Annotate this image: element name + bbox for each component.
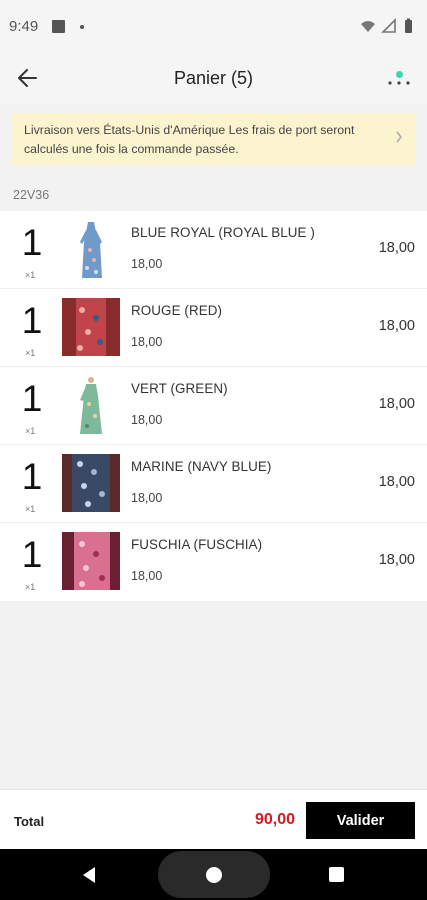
shipping-banner-text: Livraison vers États-Unis d'Amérique Les… bbox=[24, 123, 355, 156]
item-total-price: 18,00 bbox=[378, 396, 415, 412]
item-total-price: 18,00 bbox=[378, 552, 415, 568]
system-status-icons bbox=[361, 18, 412, 33]
item-name: ROUGE (RED) bbox=[131, 303, 223, 318]
item-unit-price: 18,00 bbox=[131, 569, 163, 583]
item-unit-price: 18,00 bbox=[131, 413, 163, 427]
notification-icon bbox=[52, 20, 65, 33]
battery-icon bbox=[405, 20, 412, 33]
item-name: VERT (GREEN) bbox=[131, 381, 228, 396]
item-total-price: 18,00 bbox=[378, 240, 415, 256]
item-quantity-multiplier: ×1 bbox=[25, 348, 36, 358]
notification-dot-icon bbox=[80, 25, 84, 29]
total-label: Total bbox=[14, 814, 45, 829]
cart-item[interactable]: 1 ×1 MARINE (NAVY BLUE) 18,00 18,00 bbox=[0, 445, 427, 523]
item-name: FUSCHIA (FUSCHIA) bbox=[131, 537, 263, 552]
cart-items-list: 1 ×1 BLUE ROYAL (ROYAL BLUE ) 18,00 18,0… bbox=[0, 211, 427, 601]
group-label: 22V36 bbox=[13, 188, 50, 202]
item-quantity[interactable]: 1 bbox=[20, 301, 44, 341]
item-quantity[interactable]: 1 bbox=[20, 457, 44, 497]
item-quantity[interactable]: 1 bbox=[20, 379, 44, 419]
item-quantity-multiplier: ×1 bbox=[25, 270, 36, 280]
item-quantity-multiplier: ×1 bbox=[25, 504, 36, 514]
wifi-icon bbox=[361, 21, 375, 32]
shipping-banner[interactable]: Livraison vers États-Unis d'Amérique Les… bbox=[12, 113, 416, 165]
chevron-right-icon bbox=[396, 131, 402, 143]
product-thumbnail[interactable] bbox=[62, 376, 120, 434]
item-quantity[interactable]: 1 bbox=[20, 223, 44, 263]
cart-item[interactable]: 1 ×1 BLUE ROYAL (ROYAL BLUE ) 18,00 18,0… bbox=[0, 211, 427, 289]
nav-back-icon[interactable] bbox=[80, 865, 100, 885]
system-navigation-bar bbox=[0, 849, 427, 900]
cart-item[interactable]: 1 ×1 ROUGE (RED) 18,00 18,00 bbox=[0, 289, 427, 367]
item-total-price: 18,00 bbox=[378, 474, 415, 490]
item-unit-price: 18,00 bbox=[131, 335, 163, 349]
item-unit-price: 18,00 bbox=[131, 257, 163, 271]
validate-button[interactable]: Valider bbox=[306, 802, 415, 839]
nav-recents-icon[interactable] bbox=[329, 867, 344, 882]
checkout-footer: Total 90,00 Valider bbox=[0, 789, 427, 849]
item-unit-price: 18,00 bbox=[131, 491, 163, 505]
product-thumbnail[interactable] bbox=[62, 220, 120, 278]
signal-icon bbox=[381, 18, 396, 33]
cart-item[interactable]: 1 ×1 VERT (GREEN) 18,00 18,00 bbox=[0, 367, 427, 445]
item-name: BLUE ROYAL (ROYAL BLUE ) bbox=[131, 225, 315, 240]
status-time: 9:49 bbox=[9, 18, 39, 35]
more-horizontal-icon bbox=[388, 81, 410, 85]
product-thumbnail[interactable] bbox=[62, 532, 120, 590]
more-button[interactable] bbox=[385, 64, 413, 92]
notification-badge bbox=[396, 71, 403, 78]
item-name: MARINE (NAVY BLUE) bbox=[131, 459, 272, 474]
item-quantity-multiplier: ×1 bbox=[25, 582, 36, 592]
app-header: Panier (5) bbox=[0, 52, 427, 104]
page-title: Panier (5) bbox=[173, 68, 254, 88]
product-thumbnail[interactable] bbox=[62, 298, 120, 356]
status-bar: 9:49 bbox=[0, 0, 427, 52]
item-quantity-multiplier: ×1 bbox=[25, 426, 36, 436]
product-thumbnail[interactable] bbox=[62, 454, 120, 512]
total-amount: 90,00 bbox=[254, 811, 295, 828]
cart-item[interactable]: 1 ×1 FUSCHIA (FUSCHIA) 18,00 18,00 bbox=[0, 523, 427, 601]
item-total-price: 18,00 bbox=[378, 318, 415, 334]
item-quantity[interactable]: 1 bbox=[20, 535, 44, 575]
nav-home-icon[interactable] bbox=[206, 867, 222, 883]
